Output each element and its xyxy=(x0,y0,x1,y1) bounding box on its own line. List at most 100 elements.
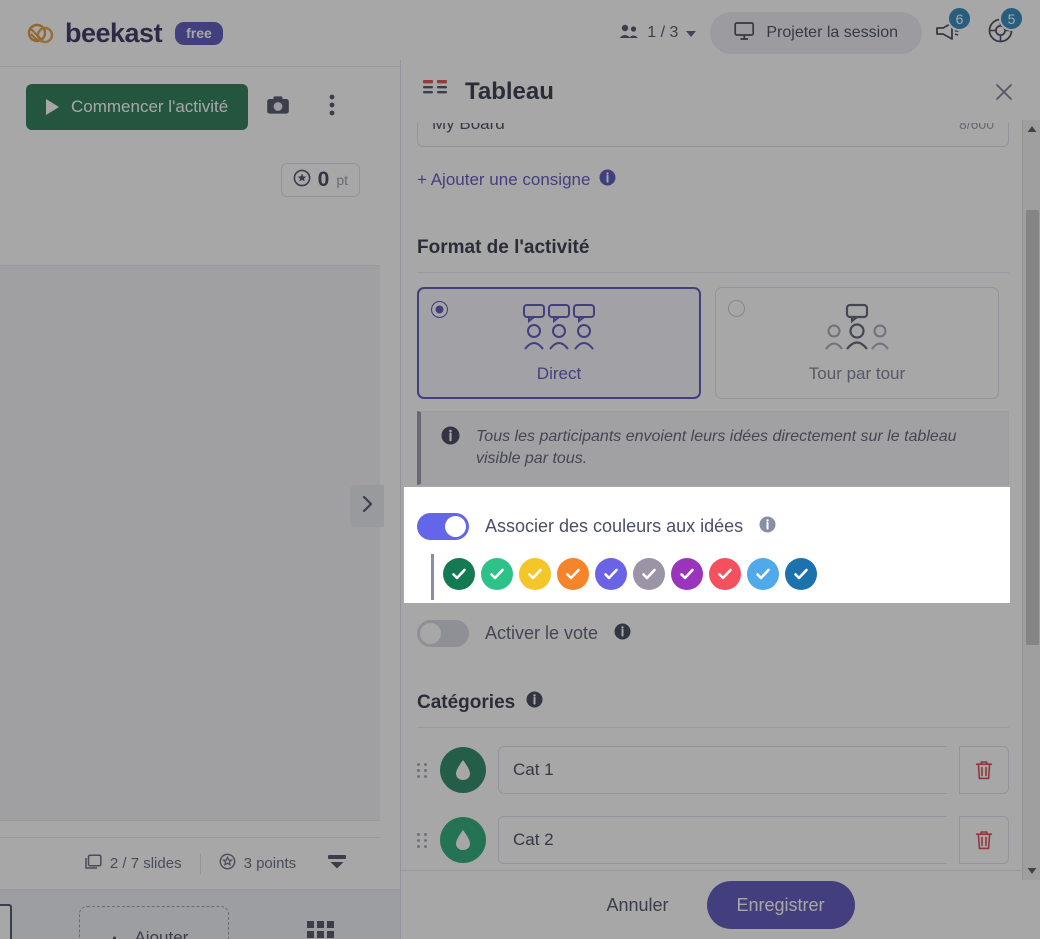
points-counter[interactable]: 3 points xyxy=(201,853,315,874)
categories-section-title-row: Catégories xyxy=(417,691,1009,714)
start-activity-label: Commencer l'activité xyxy=(71,97,229,116)
grid-icon xyxy=(306,920,334,939)
modal-header: Tableau xyxy=(401,60,1040,123)
add-slide-label: Ajouter une slide xyxy=(134,927,202,939)
slides-icon xyxy=(84,853,102,874)
top-bar: beekast free 1 / 3 Projeter la session 6… xyxy=(0,0,1040,67)
info-icon xyxy=(441,426,460,450)
info-icon[interactable] xyxy=(759,516,776,538)
cancel-button[interactable]: Annuler xyxy=(586,895,688,916)
help-badge: 5 xyxy=(999,6,1024,31)
category-name-input[interactable]: Cat 2 xyxy=(498,816,947,865)
start-activity-button[interactable]: Commencer l'activité xyxy=(26,84,249,130)
drag-handle-icon[interactable] xyxy=(417,762,428,778)
participants-selector[interactable]: 1 / 3 xyxy=(605,23,710,44)
screenshot-button[interactable] xyxy=(254,85,302,129)
radio-turn-by-turn[interactable] xyxy=(728,300,745,317)
star-badge-icon xyxy=(293,169,311,192)
color-swatch-green[interactable] xyxy=(481,558,513,591)
associate-colors-label: Associer des couleurs aux idées xyxy=(485,516,744,537)
kebab-menu-icon xyxy=(329,94,335,121)
delete-category-button[interactable] xyxy=(959,746,1009,795)
triangle-down-icon[interactable] xyxy=(1023,862,1040,880)
filmstrip-bar: Ajouter une slide Organiser xyxy=(0,889,400,939)
slides-counter-label: 2 / 7 slides xyxy=(109,855,182,872)
enable-vote-row: Activer le vote xyxy=(417,620,1009,648)
enable-vote-toggle[interactable] xyxy=(417,620,469,648)
top-bar-actions: 1 / 3 Projeter la session 6 5 xyxy=(605,6,1040,55)
color-swatch-dark-green[interactable] xyxy=(443,558,475,591)
category-name-input[interactable]: Cat 1 xyxy=(498,746,947,795)
delete-category-button[interactable] xyxy=(959,816,1009,865)
board-name-input[interactable]: My Board 8/600 xyxy=(417,123,1009,147)
associate-colors-toggle[interactable] xyxy=(417,513,469,541)
radio-direct[interactable] xyxy=(431,301,448,318)
slides-counter[interactable]: 2 / 7 slides xyxy=(66,853,200,874)
color-swatch-yellow[interactable] xyxy=(519,558,551,591)
format-option-turn-by-turn[interactable]: Tour par tour xyxy=(715,287,999,399)
format-option-direct[interactable]: Direct xyxy=(417,287,701,399)
color-swatch-orange[interactable] xyxy=(557,558,589,591)
next-slide-button[interactable] xyxy=(350,485,384,527)
category-name-value: Cat 1 xyxy=(513,760,554,780)
slide-points-pill[interactable]: 0 pt xyxy=(280,163,360,197)
announcements-badge: 6 xyxy=(947,6,972,31)
slide-points-value: 0 xyxy=(317,168,330,191)
help-button[interactable]: 5 xyxy=(974,6,1026,55)
color-swatch-purple[interactable] xyxy=(671,558,703,591)
three-people-one-speech-icon xyxy=(814,303,900,356)
add-slide-button[interactable]: Ajouter une slide xyxy=(79,906,229,939)
section-divider xyxy=(417,272,1009,273)
color-swatch-light-blue[interactable] xyxy=(747,558,779,591)
category-color-button[interactable] xyxy=(440,747,486,794)
add-instruction-button[interactable]: + Ajouter une consigne xyxy=(417,169,1009,191)
people-icon xyxy=(619,23,639,44)
color-swatch-grey-purple[interactable] xyxy=(633,558,665,591)
categories-list: Cat 1 Cat 2 xyxy=(417,746,1009,870)
brand-logo-group[interactable]: beekast free xyxy=(0,18,223,49)
save-button[interactable]: Enregistrer xyxy=(706,881,855,929)
info-icon[interactable] xyxy=(614,623,631,645)
scrollbar-thumb[interactable] xyxy=(1026,210,1039,645)
slide-canvas[interactable] xyxy=(0,265,380,821)
triangle-up-icon[interactable] xyxy=(1023,120,1040,138)
chevron-down-icon xyxy=(686,31,697,37)
board-list-icon xyxy=(423,79,449,104)
color-swatch-blue[interactable] xyxy=(785,558,817,591)
collapse-filmstrip-button[interactable] xyxy=(308,854,366,874)
format-options-row: Direct Tour par tour xyxy=(417,287,1009,399)
brand-name: beekast xyxy=(65,17,163,48)
board-name-value: My Board xyxy=(432,123,505,133)
slide-editor-panel: Commencer l'activité 0 pt 2 / 7 slides 3… xyxy=(0,67,400,939)
info-icon[interactable] xyxy=(526,691,543,714)
editor-action-row: Commencer l'activité xyxy=(0,67,380,147)
info-icon[interactable] xyxy=(599,169,616,191)
announcements-button[interactable]: 6 xyxy=(922,6,974,55)
chevron-right-icon xyxy=(361,495,374,518)
table-row: Cat 2 xyxy=(417,816,1009,865)
organise-button[interactable]: Organiser xyxy=(240,906,400,939)
format-info-text: Tous les participants envoient leurs idé… xyxy=(476,428,957,468)
color-swatch-indigo[interactable] xyxy=(595,558,627,591)
drag-handle-icon[interactable] xyxy=(417,832,428,848)
format-info-banner: Tous les participants envoient leurs idé… xyxy=(417,411,1009,486)
star-badge-icon xyxy=(219,853,236,874)
collapse-icon xyxy=(326,854,348,874)
format-option-label: Tour par tour xyxy=(808,363,906,383)
play-icon xyxy=(46,99,59,115)
project-session-label: Projeter la session xyxy=(766,24,898,41)
project-session-button[interactable]: Projeter la session xyxy=(710,12,922,54)
vertical-scrollbar[interactable] xyxy=(1022,120,1040,880)
app-background: beekast free 1 / 3 Projeter la session 6… xyxy=(0,0,1040,939)
color-swatch-red[interactable] xyxy=(709,558,741,591)
close-icon[interactable] xyxy=(990,78,1018,106)
more-options-button[interactable] xyxy=(308,85,356,129)
three-people-speech-icon xyxy=(516,303,602,356)
board-name-counter: 8/600 xyxy=(958,123,994,132)
plan-badge: free xyxy=(175,21,223,45)
slide-thumbnail[interactable] xyxy=(0,904,12,939)
activity-settings-modal: Tableau My Board 8/600 + Ajouter une con… xyxy=(400,60,1040,939)
swatches-rule xyxy=(431,554,434,601)
category-color-button[interactable] xyxy=(440,817,486,864)
slide-status-bar: 2 / 7 slides 3 points xyxy=(0,837,380,889)
